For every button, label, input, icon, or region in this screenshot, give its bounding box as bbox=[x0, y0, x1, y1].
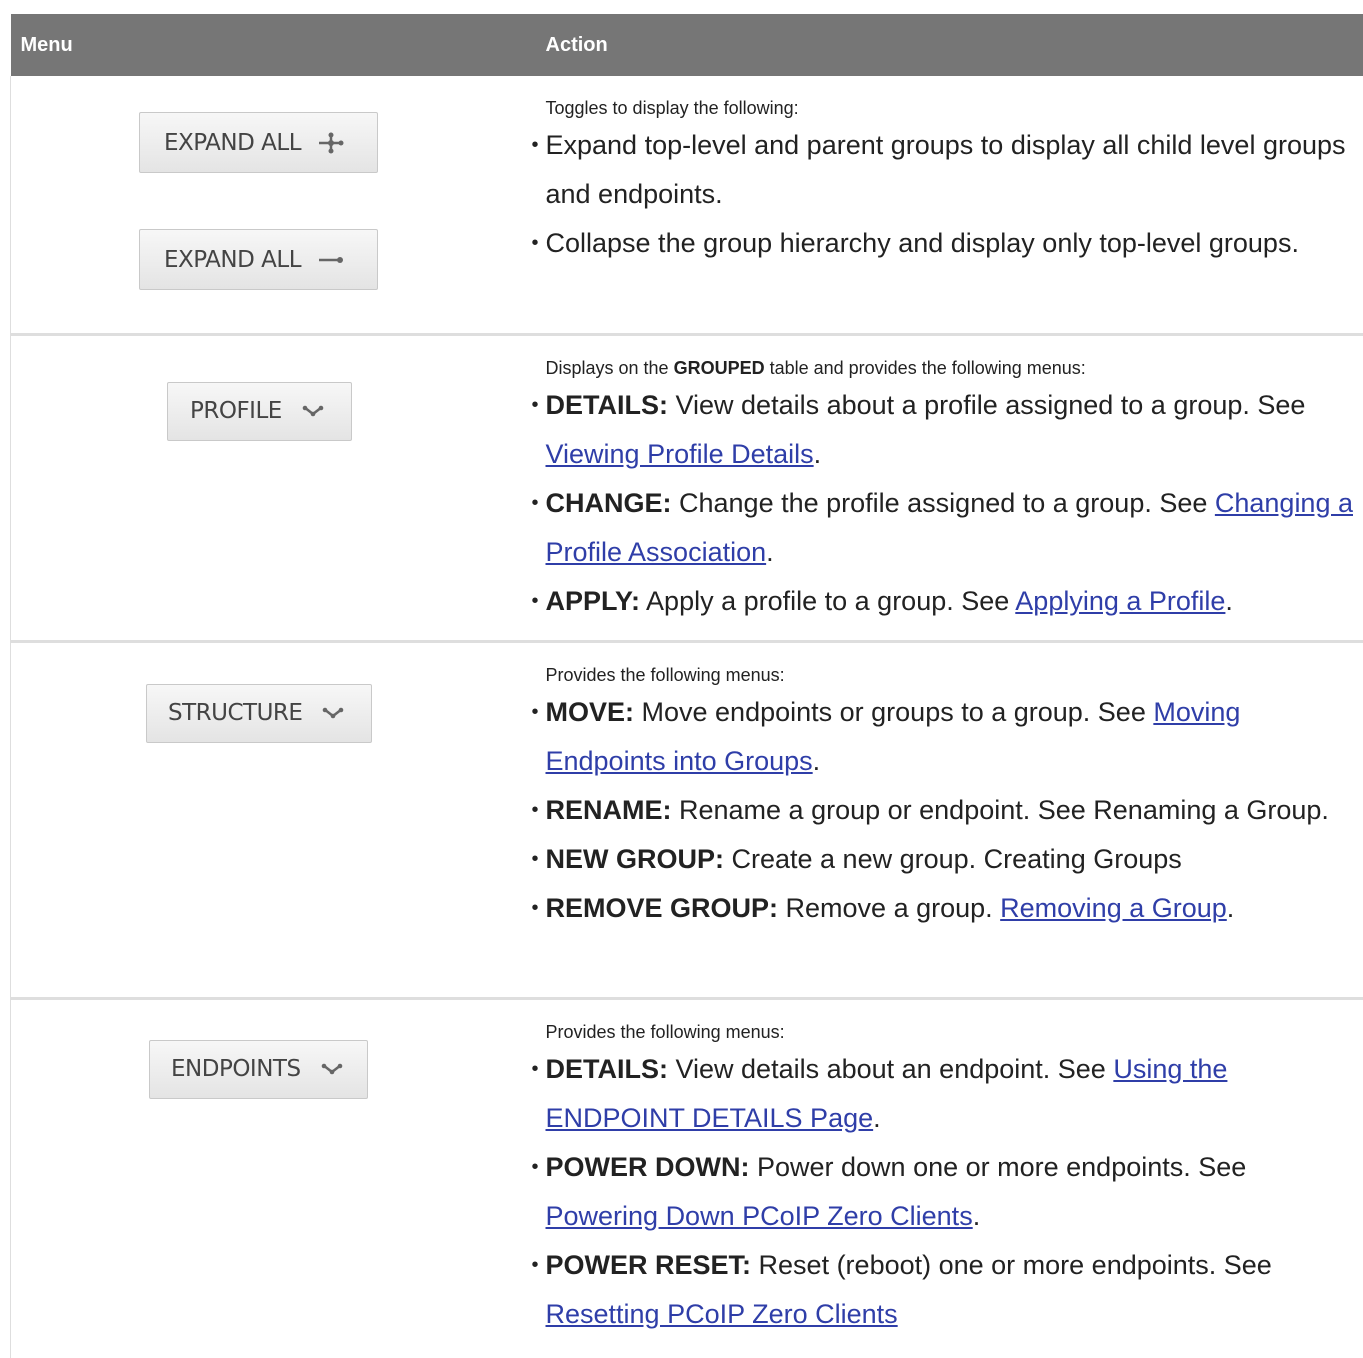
action-intro: Provides the following menus: bbox=[546, 1019, 1363, 1045]
chevron-down-icon bbox=[321, 1063, 343, 1075]
table-row: PROFILE Displays on the GROUPED table an… bbox=[11, 334, 1363, 641]
header-menu: Menu bbox=[11, 14, 536, 76]
collapse-icon bbox=[317, 254, 345, 266]
header-action: Action bbox=[536, 14, 1363, 76]
endpoints-label: ENDPOINTS bbox=[171, 1056, 301, 1082]
list-item: REMOVE GROUP: Remove a group. Removing a… bbox=[546, 884, 1363, 933]
menu-action-table: Menu Action EXPAND ALL EXPAND ALL bbox=[10, 14, 1363, 1358]
table-row: EXPAND ALL EXPAND ALL Toggles to display… bbox=[11, 76, 1363, 334]
chevron-down-icon bbox=[322, 707, 344, 719]
viewing-profile-details-link[interactable]: Viewing Profile Details bbox=[546, 439, 814, 469]
action-intro: Displays on the GROUPED table and provid… bbox=[546, 355, 1363, 381]
table-row: ENDPOINTS Provides the following menus: … bbox=[11, 998, 1363, 1358]
list-item: APPLY: Apply a profile to a group. See A… bbox=[546, 577, 1363, 626]
menu-cell: EXPAND ALL EXPAND ALL bbox=[11, 76, 536, 334]
list-item: POWER RESET: Reset (reboot) one or more … bbox=[546, 1241, 1363, 1339]
structure-button[interactable]: STRUCTURE bbox=[146, 684, 372, 743]
expand-icon bbox=[317, 132, 345, 154]
action-intro: Provides the following menus: bbox=[546, 662, 1363, 688]
endpoints-button[interactable]: ENDPOINTS bbox=[149, 1040, 368, 1099]
list-item: MOVE: Move endpoints or groups to a grou… bbox=[546, 688, 1363, 786]
menu-cell: STRUCTURE bbox=[11, 641, 536, 998]
applying-profile-link[interactable]: Applying a Profile bbox=[1015, 586, 1225, 616]
action-list: MOVE: Move endpoints or groups to a grou… bbox=[546, 688, 1363, 933]
expand-all-label: EXPAND ALL bbox=[164, 130, 301, 156]
action-cell: Provides the following menus: DETAILS: V… bbox=[536, 998, 1363, 1358]
menu-cell: PROFILE bbox=[11, 334, 536, 641]
list-item: NEW GROUP: Create a new group. Creating … bbox=[546, 835, 1363, 884]
action-list: DETAILS: View details about an endpoint.… bbox=[546, 1045, 1363, 1339]
list-item: DETAILS: View details about a profile as… bbox=[546, 381, 1363, 479]
action-list: DETAILS: View details about a profile as… bbox=[546, 381, 1363, 626]
collapse-all-button[interactable]: EXPAND ALL bbox=[139, 229, 378, 290]
removing-group-link[interactable]: Removing a Group bbox=[1000, 893, 1227, 923]
action-intro: Toggles to display the following: bbox=[546, 95, 1363, 121]
action-cell: Toggles to display the following: Expand… bbox=[536, 76, 1363, 334]
list-item: CHANGE: Change the profile assigned to a… bbox=[546, 479, 1363, 577]
profile-button[interactable]: PROFILE bbox=[167, 382, 352, 441]
table-header-row: Menu Action bbox=[11, 14, 1363, 76]
structure-label: STRUCTURE bbox=[168, 700, 302, 726]
action-list: Expand top-level and parent groups to di… bbox=[546, 121, 1363, 268]
profile-label: PROFILE bbox=[190, 398, 282, 424]
list-item: Collapse the group hierarchy and display… bbox=[546, 219, 1363, 268]
chevron-down-icon bbox=[302, 405, 324, 417]
expand-all-button[interactable]: EXPAND ALL bbox=[139, 112, 378, 173]
list-item: Expand top-level and parent groups to di… bbox=[546, 121, 1363, 219]
menu-cell: ENDPOINTS bbox=[11, 998, 536, 1358]
list-item: DETAILS: View details about an endpoint.… bbox=[546, 1045, 1363, 1143]
list-item: POWER DOWN: Power down one or more endpo… bbox=[546, 1143, 1363, 1241]
action-cell: Provides the following menus: MOVE: Move… bbox=[536, 641, 1363, 998]
action-cell: Displays on the GROUPED table and provid… bbox=[536, 334, 1363, 641]
powering-down-link[interactable]: Powering Down PCoIP Zero Clients bbox=[546, 1201, 973, 1231]
collapse-all-label: EXPAND ALL bbox=[164, 247, 301, 273]
table-row: STRUCTURE Provides the following menus: … bbox=[11, 641, 1363, 998]
list-item: RENAME: Rename a group or endpoint. See … bbox=[546, 786, 1363, 835]
resetting-link[interactable]: Resetting PCoIP Zero Clients bbox=[546, 1299, 898, 1329]
